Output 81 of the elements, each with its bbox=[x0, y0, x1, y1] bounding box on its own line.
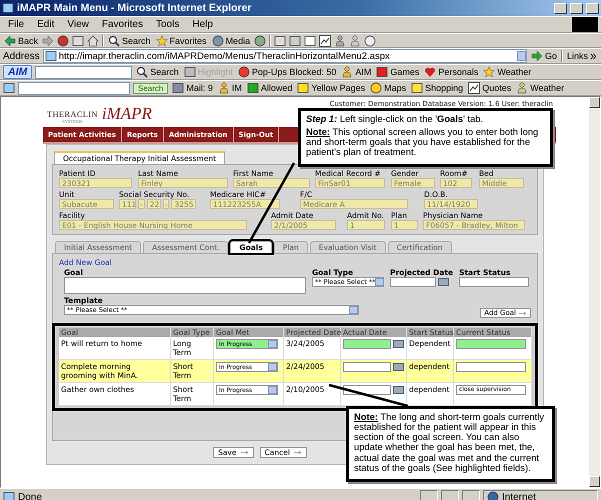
arrow-icon bbox=[519, 310, 527, 316]
scroll-up-button[interactable] bbox=[589, 97, 600, 108]
address-field[interactable]: http://imapr.theraclin.com/iMAPRDemo/Menus/TheraclinHorizontalMenu2.aspx bbox=[42, 49, 527, 63]
toolbar-button[interactable]: AIM bbox=[340, 66, 372, 78]
toolbar-button[interactable]: Weather bbox=[482, 66, 532, 78]
toolbar-button[interactable]: Shopping bbox=[410, 82, 464, 94]
actual-date-input-field[interactable] bbox=[343, 339, 391, 349]
start-status-input-field[interactable] bbox=[459, 277, 530, 287]
search-field[interactable] bbox=[18, 82, 130, 94]
toolbar-button[interactable]: Personals bbox=[423, 66, 480, 78]
actual-date-input-field[interactable] bbox=[343, 362, 391, 372]
scroll-down-button[interactable] bbox=[589, 476, 600, 487]
person-icon[interactable] bbox=[349, 34, 362, 46]
toolbar-button[interactable]: IM bbox=[216, 82, 243, 94]
go-button[interactable]: Go bbox=[530, 50, 558, 62]
arrow-icon bbox=[294, 450, 302, 455]
goal-input-field[interactable] bbox=[64, 277, 306, 294]
browser-icon bbox=[2, 2, 14, 14]
current-status-input-field[interactable] bbox=[456, 362, 526, 372]
blocked-icon bbox=[238, 66, 250, 78]
disc-icon bbox=[212, 34, 224, 46]
toolbar-button[interactable]: Weather bbox=[515, 82, 566, 94]
calendar-icon[interactable] bbox=[438, 278, 449, 286]
toolbar-button[interactable]: Games bbox=[375, 66, 420, 78]
date-input-field[interactable] bbox=[390, 277, 436, 287]
status-text: Done bbox=[18, 492, 43, 500]
menu-item[interactable]: View bbox=[62, 19, 94, 30]
chart-icon[interactable] bbox=[319, 34, 332, 46]
toolbar-button[interactable]: Media bbox=[210, 34, 252, 46]
callout-text: Note: This optional screen allows you to enter both long and short-term goals that you have established for the patient's plan of treatment. bbox=[306, 127, 540, 158]
home-icon[interactable] bbox=[87, 34, 100, 46]
menu-item[interactable]: Edit bbox=[32, 19, 60, 30]
toolbar-button[interactable]: Quotes bbox=[467, 82, 512, 94]
minimize-button[interactable] bbox=[554, 2, 567, 14]
forward-arrow-icon[interactable] bbox=[42, 34, 54, 46]
toolbar-button[interactable]: Yellow Pages bbox=[296, 82, 366, 94]
aim-logo[interactable]: AIM bbox=[3, 65, 32, 79]
toolbar-button[interactable]: Allowed bbox=[246, 82, 294, 94]
toolbar-button[interactable]: Favorites bbox=[154, 34, 208, 46]
status-pane bbox=[441, 490, 459, 500]
maximize-button[interactable] bbox=[570, 2, 583, 14]
close-button[interactable] bbox=[586, 2, 599, 14]
zone-text: Internet bbox=[502, 492, 536, 500]
page-icon bbox=[44, 50, 57, 62]
menu-item[interactable]: Tools bbox=[150, 19, 184, 30]
toolbar-button[interactable]: Back bbox=[3, 34, 40, 46]
menu-item[interactable]: Help bbox=[187, 19, 218, 30]
person-icon bbox=[341, 66, 354, 78]
go-arrow-icon bbox=[530, 50, 543, 62]
search-button[interactable]: Search bbox=[133, 82, 168, 94]
callout-text: Note: The long and short-term goals currently established for the patient will appear in this section of the goal screen. You can also update whether the goal has been met, the, actual date the goal was met and the current status of the goals (See highlighted fields). bbox=[354, 412, 546, 473]
calendar-icon[interactable] bbox=[393, 386, 404, 394]
stop-icon[interactable] bbox=[57, 34, 70, 46]
toolbar-button[interactable]: Mail: 9 bbox=[171, 82, 214, 94]
toolbar-button[interactable]: Pop-Ups Blocked: 50 bbox=[236, 66, 338, 78]
status-pane bbox=[462, 490, 480, 500]
page-icon bbox=[3, 491, 15, 500]
toolbar-logo-icon[interactable] bbox=[3, 82, 15, 94]
globe-icon bbox=[487, 491, 499, 500]
heart-icon bbox=[424, 66, 436, 78]
folder-star-icon bbox=[156, 34, 168, 46]
toolbar-button[interactable]: Search bbox=[107, 34, 152, 46]
person-icon bbox=[218, 82, 230, 94]
address-label: Address bbox=[3, 50, 40, 62]
arrow-icon bbox=[240, 450, 248, 455]
links-button[interactable]: Links bbox=[566, 51, 598, 61]
chevron-icon bbox=[590, 52, 597, 60]
back-arrow-icon bbox=[4, 34, 16, 46]
search-combo-field[interactable] bbox=[35, 66, 132, 78]
dropdown-button[interactable] bbox=[516, 51, 526, 61]
window-title: iMAPR Main Menu - Microsoft Internet Explorer bbox=[17, 2, 253, 14]
status-pane bbox=[420, 490, 438, 500]
history-icon[interactable] bbox=[254, 34, 266, 46]
calendar-icon[interactable] bbox=[393, 340, 404, 348]
callout-text: Step 1: Left single-click on the 'Goals' tab. bbox=[306, 114, 484, 124]
calendar-icon[interactable] bbox=[393, 363, 404, 371]
menu-item[interactable]: File bbox=[3, 19, 30, 30]
current-status-input-field[interactable] bbox=[456, 339, 526, 349]
menu-item[interactable]: Favorites bbox=[96, 19, 148, 30]
toolbar-button[interactable]: Search bbox=[135, 66, 180, 78]
toolbar-button[interactable]: Maps bbox=[369, 82, 408, 94]
